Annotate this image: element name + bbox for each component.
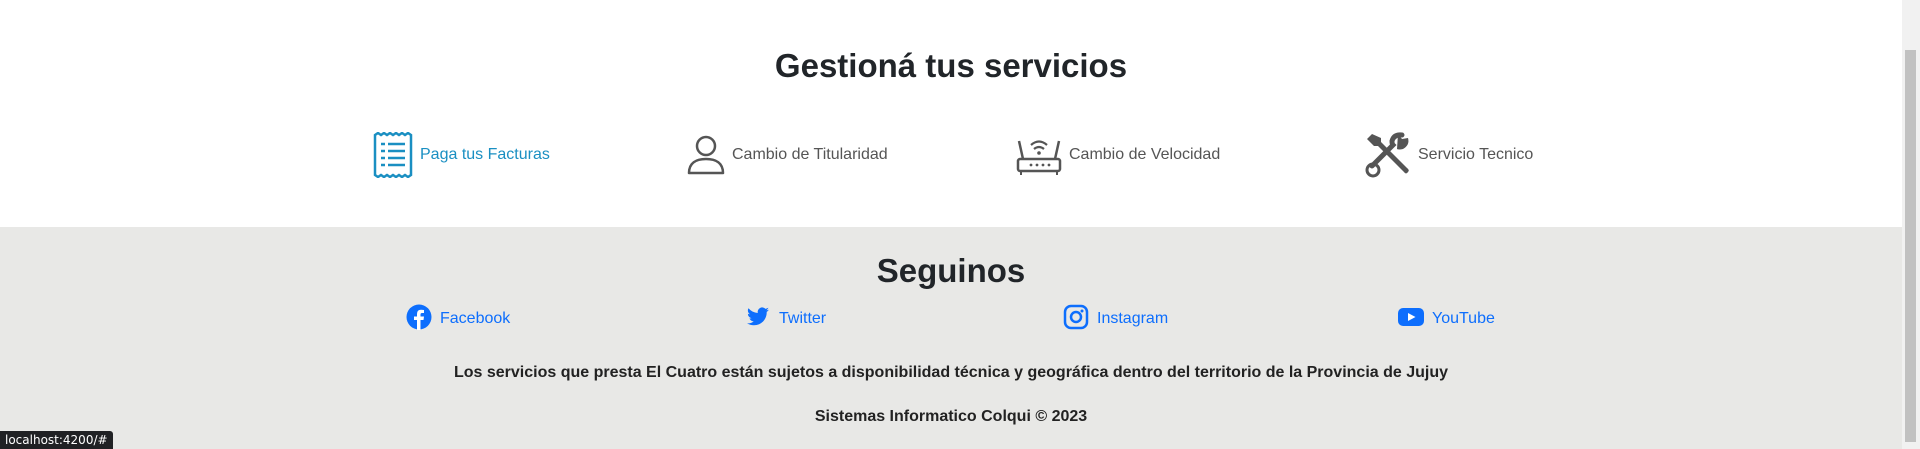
person-icon (686, 133, 726, 177)
instagram-icon (1063, 304, 1089, 335)
social-youtube-link[interactable]: YouTube (1398, 303, 1495, 335)
twitter-icon (745, 305, 771, 334)
service-tech-support[interactable]: Servicio Tecnico (1364, 130, 1533, 180)
social-instagram-link[interactable]: Instagram (1063, 303, 1168, 335)
facebook-icon (406, 304, 432, 335)
footer: Seguinos Facebook Twitter Instagram YouT… (0, 227, 1902, 449)
receipt-icon (372, 132, 414, 178)
service-change-speed[interactable]: Cambio de Velocidad (1015, 130, 1220, 180)
services-section: Gestioná tus servicios Paga tus Facturas (0, 0, 1902, 227)
service-label: Paga tus Facturas (420, 146, 550, 163)
footer-title: Seguinos (876, 252, 1026, 289)
footer-copyright: Sistemas Informatico Colqui © 2023 (814, 408, 1088, 425)
social-twitter-link[interactable]: Twitter (745, 303, 826, 335)
router-icon (1015, 133, 1063, 177)
social-label: YouTube (1432, 310, 1495, 327)
youtube-icon (1398, 307, 1424, 332)
service-change-owner[interactable]: Cambio de Titularidad (686, 130, 888, 180)
services-title: Gestioná tus servicios (774, 47, 1128, 84)
footer-disclaimer: Los servicios que presta El Cuatro están… (453, 364, 1449, 381)
status-bar-url: localhost:4200/# (0, 431, 113, 449)
vertical-scrollbar[interactable] (1902, 0, 1920, 449)
social-label: Instagram (1097, 310, 1169, 327)
social-facebook-link[interactable]: Facebook (406, 303, 510, 335)
scrollbar-thumb[interactable] (1905, 50, 1916, 442)
service-label: Cambio de Velocidad (1069, 146, 1221, 163)
social-label: Facebook (440, 310, 511, 327)
social-label: Twitter (779, 310, 827, 327)
tools-icon (1364, 131, 1412, 179)
service-label: Servicio Tecnico (1418, 146, 1534, 163)
service-pay-bills[interactable]: Paga tus Facturas (372, 130, 550, 180)
service-label: Cambio de Titularidad (732, 146, 888, 163)
